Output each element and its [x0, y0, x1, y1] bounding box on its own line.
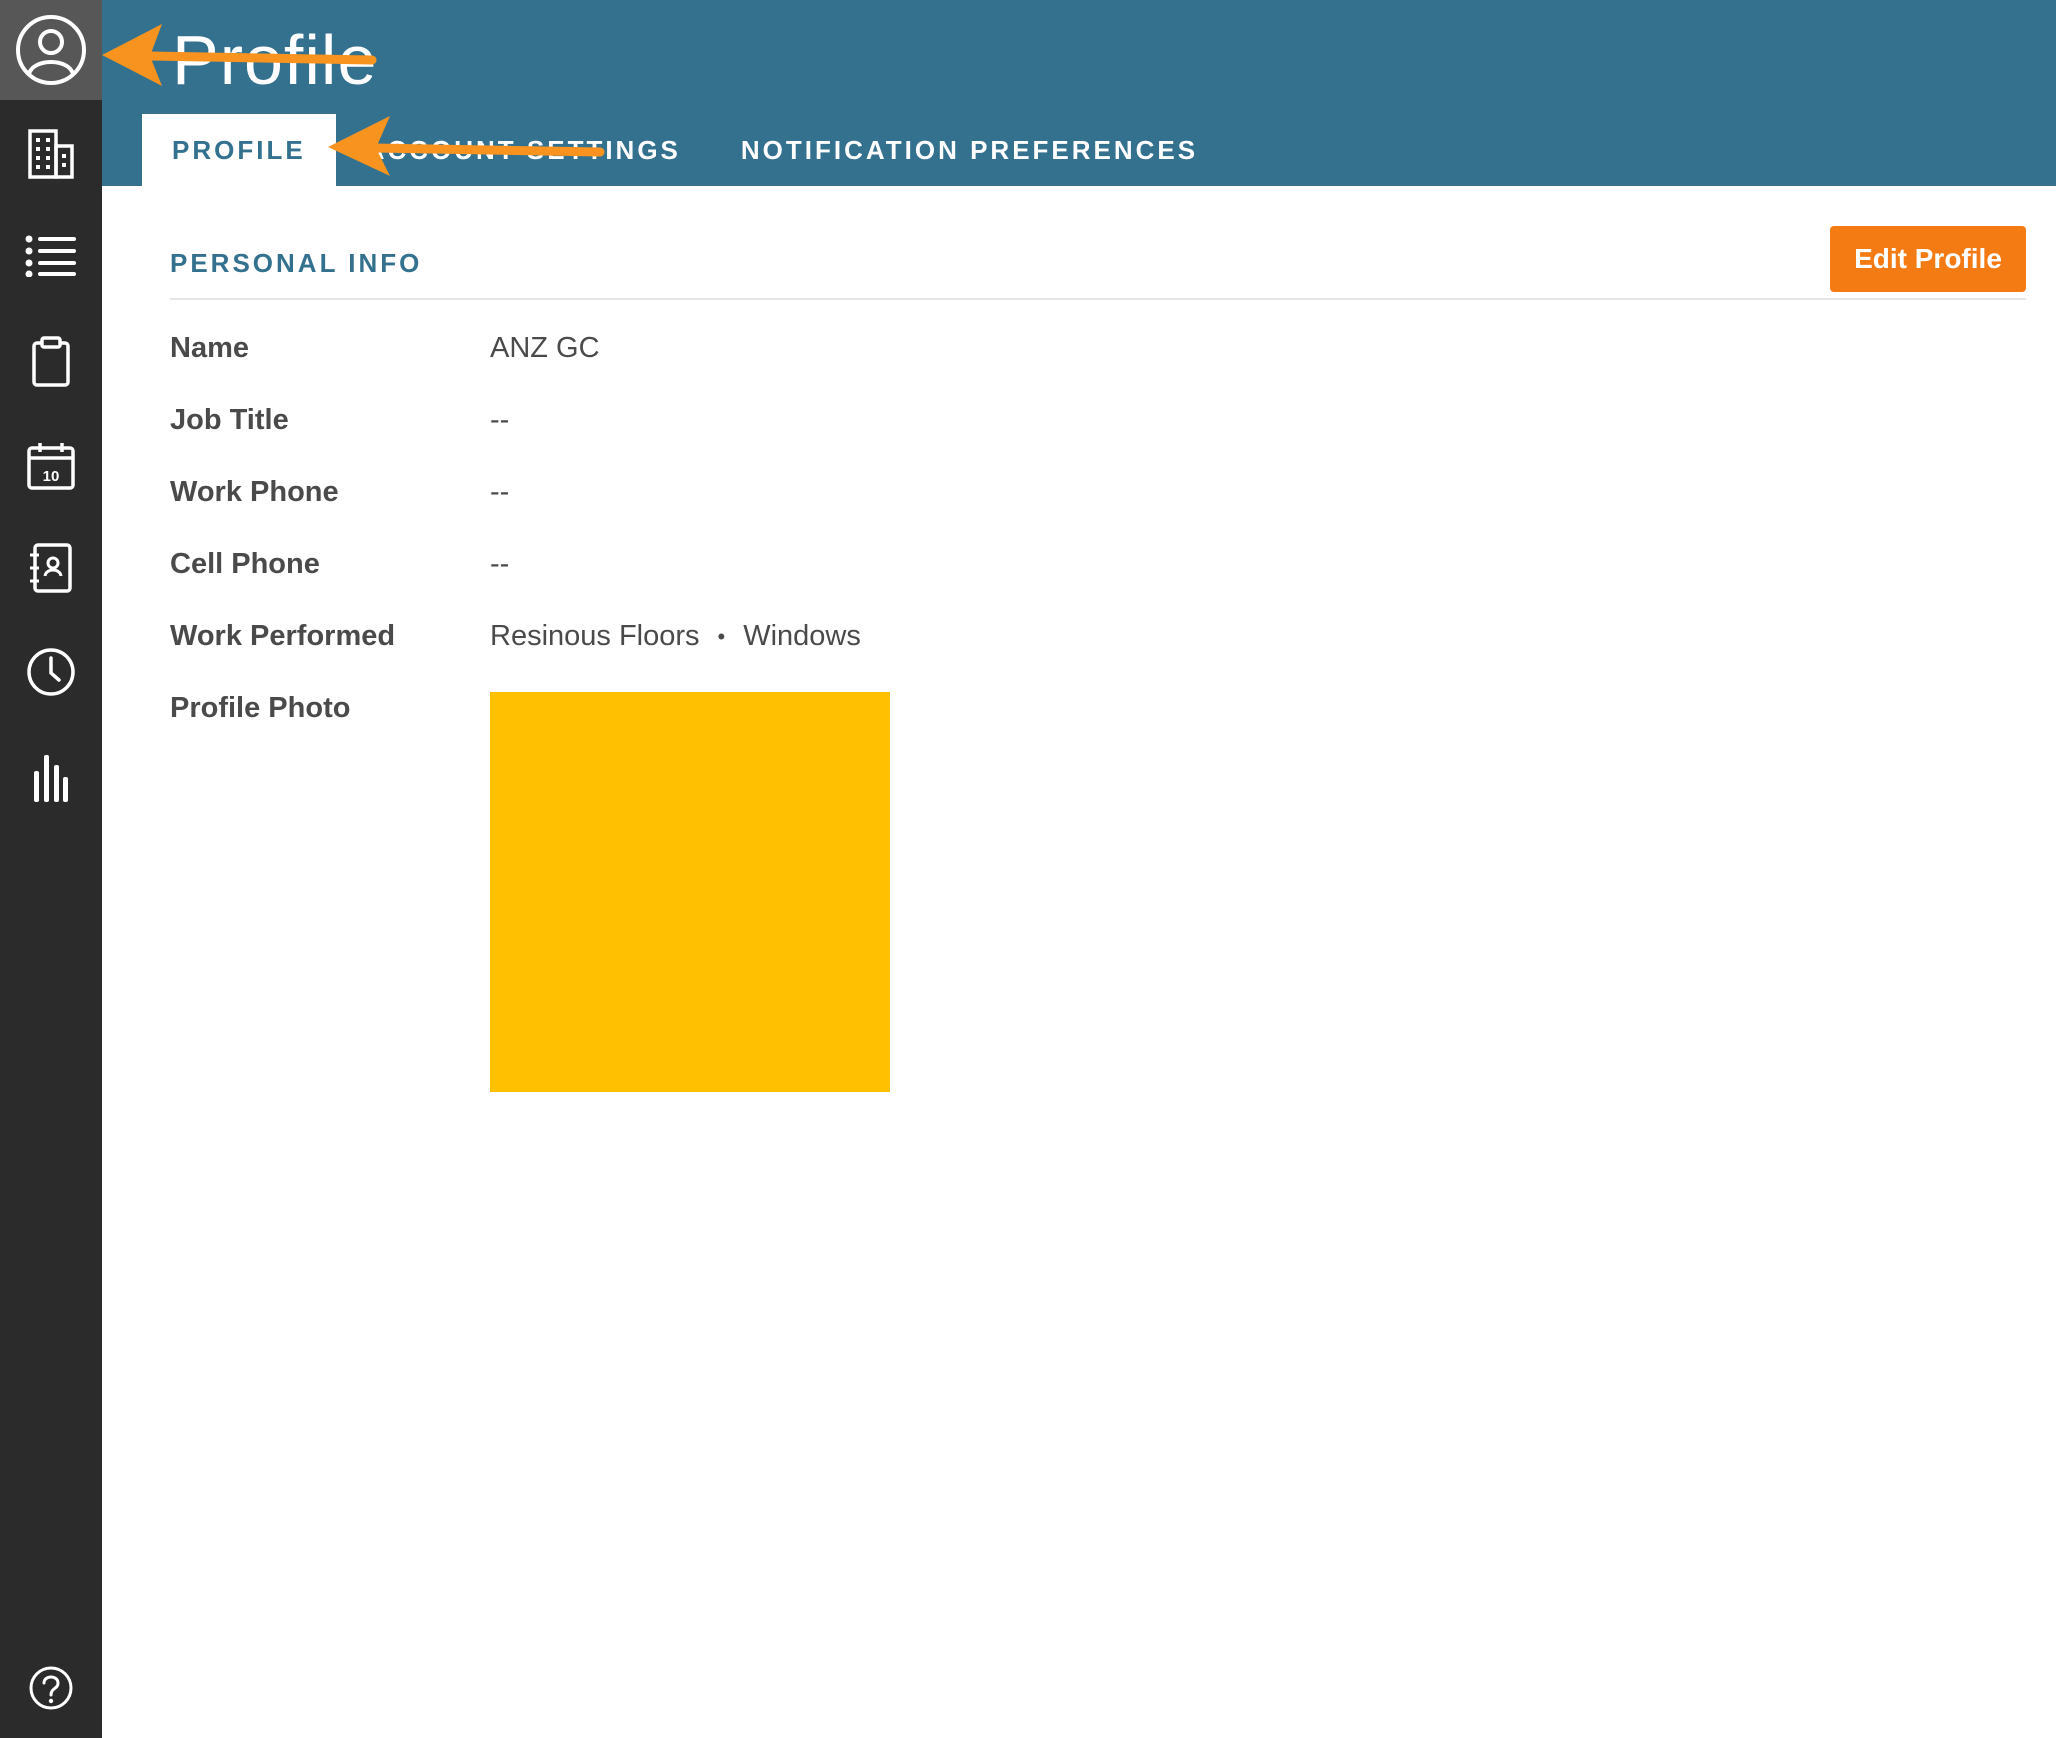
sidebar-item-reports[interactable]: [0, 728, 102, 828]
page-header: Profile PROFILE ACCOUNT SETTINGS NOTIFIC…: [102, 0, 2056, 186]
svg-text:10: 10: [43, 468, 60, 485]
section-title: PERSONAL INFO: [170, 248, 423, 278]
profile-photo: [490, 692, 890, 1092]
edit-profile-button[interactable]: Edit Profile: [1830, 226, 2026, 292]
page-title: Profile: [172, 21, 378, 99]
field-value: --: [490, 548, 510, 580]
sidebar-item-clipboard[interactable]: [0, 312, 102, 412]
field-label: Cell Phone: [170, 548, 320, 580]
field-profile-photo: Profile Photo: [170, 678, 2026, 1092]
personal-info-header: PERSONAL INFO Edit Profile: [170, 186, 2026, 300]
tab-notification-preferences[interactable]: NOTIFICATION PREFERENCES: [711, 114, 1228, 186]
sidebar-item-time[interactable]: [0, 622, 102, 722]
sidebar-item-calendar[interactable]: 10: [0, 416, 102, 516]
field-name: Name ANZ GC: [170, 318, 2026, 390]
work-tag: Windows: [743, 620, 861, 652]
sidebar-item-list[interactable]: [0, 206, 102, 306]
tab-profile[interactable]: PROFILE: [142, 114, 336, 186]
field-label: Work Performed: [170, 620, 396, 652]
user-circle-icon: [16, 15, 86, 85]
contact-book-icon: [30, 543, 72, 593]
field-work-phone: Work Phone --: [170, 462, 2026, 534]
list-icon: [25, 235, 76, 277]
clock-icon: [27, 648, 75, 696]
tab-bar: PROFILE ACCOUNT SETTINGS NOTIFICATION PR…: [142, 114, 1228, 186]
work-tag: Resinous Floors: [490, 620, 700, 652]
sidebar-item-help[interactable]: [0, 1638, 102, 1738]
sidebar-item-profile[interactable]: [0, 0, 102, 100]
field-label: Profile Photo: [170, 692, 351, 724]
field-label: Name: [170, 332, 249, 364]
sidebar: 10: [0, 0, 102, 1738]
main-content: PERSONAL INFO Edit Profile Name ANZ GC J…: [170, 186, 2026, 1092]
field-label: Job Title: [170, 404, 289, 436]
sidebar-item-companies[interactable]: [0, 104, 102, 204]
field-value: --: [490, 404, 510, 436]
separator-dot: •: [717, 624, 726, 650]
help-circle-icon: [29, 1666, 73, 1710]
bar-chart-icon: [34, 755, 68, 802]
field-work-performed: Work Performed Resinous Floors • Windows: [170, 606, 2026, 678]
field-value: ANZ GC: [490, 332, 600, 364]
tab-account-settings[interactable]: ACCOUNT SETTINGS: [336, 114, 711, 186]
field-job-title: Job Title --: [170, 390, 2026, 462]
sidebar-item-directory[interactable]: [0, 518, 102, 618]
field-value: --: [490, 476, 510, 508]
field-label: Work Phone: [170, 476, 339, 508]
calendar-icon: 10: [27, 443, 75, 490]
field-cell-phone: Cell Phone --: [170, 534, 2026, 606]
building-icon: [28, 129, 74, 179]
field-value: Resinous Floors • Windows: [490, 620, 861, 653]
clipboard-icon: [32, 336, 70, 387]
